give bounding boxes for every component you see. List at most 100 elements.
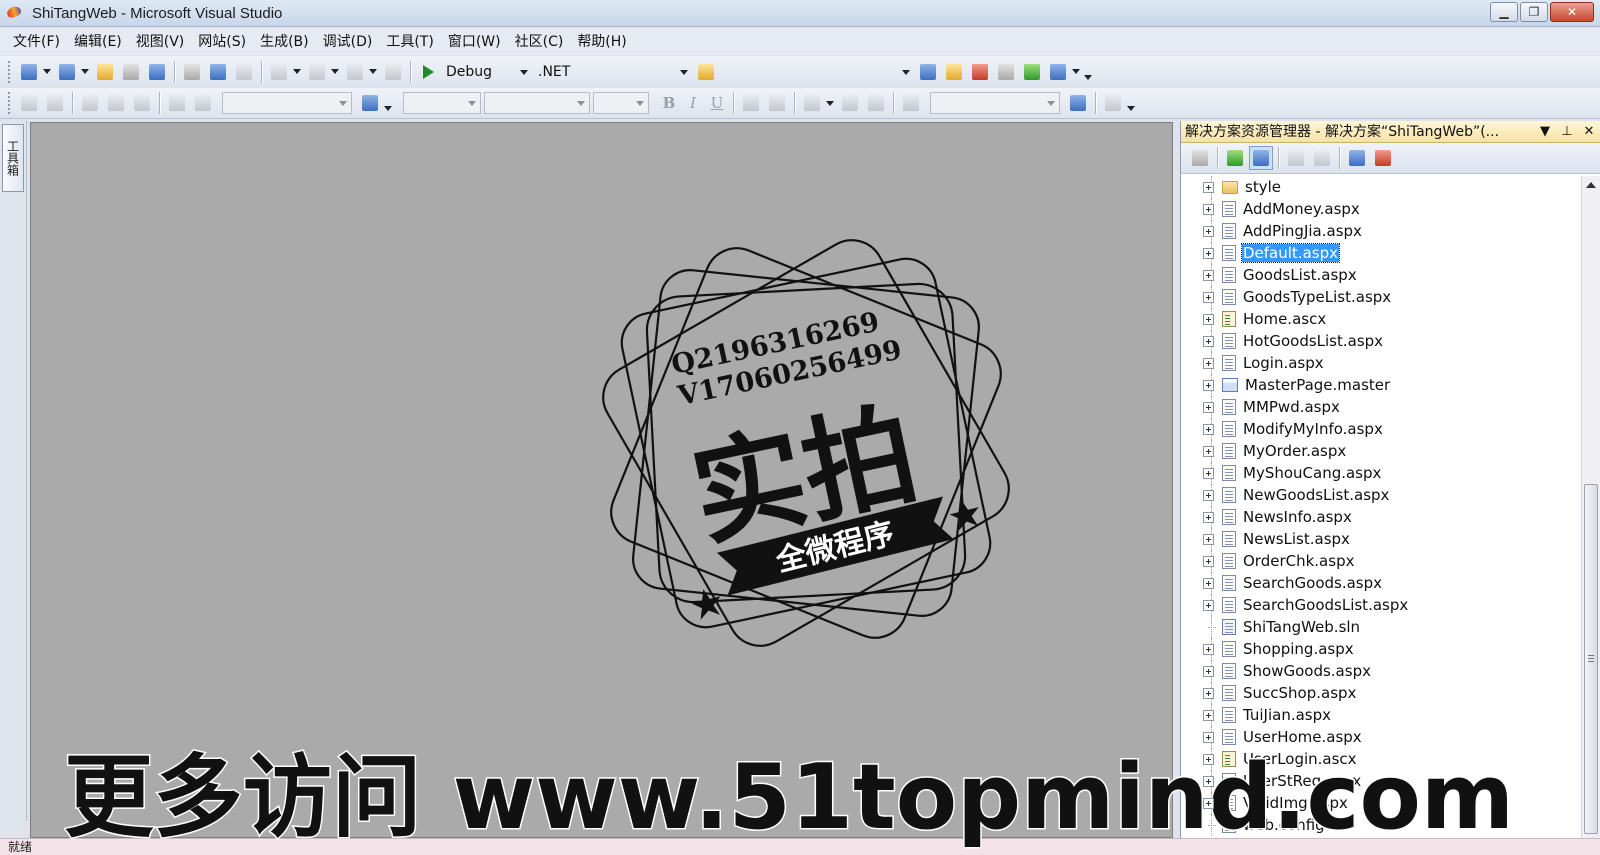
menu-window[interactable]: 窗口(W) [441, 31, 508, 53]
find-in-files-button[interactable] [694, 60, 718, 84]
tree-item-label[interactable]: NewsList.aspx [1242, 530, 1351, 548]
tree-item[interactable]: NewsList.aspx [1181, 528, 1581, 550]
scroll-up-arrow[interactable] [1586, 182, 1596, 188]
menu-build[interactable]: 生成(B) [253, 31, 316, 53]
tree-item-label[interactable]: OrderChk.aspx [1242, 552, 1355, 570]
menu-help[interactable]: 帮助(H) [570, 31, 633, 53]
toolbar-grip[interactable] [8, 60, 12, 83]
block-format-select[interactable] [222, 92, 352, 114]
expand-icon[interactable] [1203, 181, 1214, 193]
tree-item-label[interactable]: TuiJian.aspx [1242, 706, 1332, 724]
add-item-dropdown[interactable] [81, 69, 89, 74]
tree-item[interactable]: ValidImg.aspx [1181, 792, 1581, 814]
tree-item[interactable]: MMPwd.aspx [1181, 396, 1581, 418]
navigate-forward-button[interactable] [381, 60, 405, 84]
save-all-button[interactable] [145, 60, 169, 84]
refresh-button[interactable] [1223, 146, 1247, 170]
toolbox-tab[interactable]: 工具箱 [2, 124, 24, 192]
undo-button[interactable] [267, 60, 291, 84]
decrease-indent-button[interactable] [104, 91, 128, 115]
undo-dropdown[interactable] [293, 69, 301, 74]
expand-icon[interactable] [1203, 555, 1214, 567]
comment-button[interactable] [78, 91, 102, 115]
tree-item-label[interactable]: UserHome.aspx [1242, 728, 1363, 746]
tree-item[interactable]: ShowGoods.aspx [1181, 660, 1581, 682]
toolbar-grip[interactable] [8, 92, 12, 114]
expand-icon[interactable] [1203, 379, 1214, 391]
tree-item-label[interactable]: MyOrder.aspx [1242, 442, 1347, 460]
command-window-dropdown[interactable] [1072, 69, 1080, 74]
solution-explorer-button[interactable] [916, 60, 940, 84]
restore-button[interactable]: ❐ [1520, 2, 1548, 22]
toolbar-overflow-button[interactable] [1083, 61, 1093, 83]
tree-item-label[interactable]: MasterPage.master [1244, 376, 1391, 394]
font-family-select[interactable] [484, 92, 590, 114]
align-right-button[interactable] [191, 91, 215, 115]
open-file-button[interactable] [93, 60, 117, 84]
tree-item[interactable]: ShiTangWeb.sln [1181, 616, 1581, 638]
redo-dropdown[interactable] [331, 69, 339, 74]
back-color-button[interactable] [765, 91, 789, 115]
justify-dropdown[interactable] [826, 100, 834, 106]
tree-item-label[interactable]: AddMoney.aspx [1242, 200, 1361, 218]
expand-icon[interactable] [1203, 401, 1214, 413]
expand-icon[interactable] [1203, 753, 1214, 765]
expand-icon[interactable] [1203, 313, 1214, 325]
font-size-select[interactable] [593, 92, 649, 114]
fore-color-button[interactable] [739, 91, 763, 115]
tree-item[interactable]: Default.aspx [1181, 242, 1581, 264]
tree-item[interactable]: UserHome.aspx [1181, 726, 1581, 748]
minimize-button[interactable]: ▁ [1490, 2, 1518, 22]
expand-icon[interactable] [1203, 665, 1214, 677]
find-combo[interactable] [719, 61, 915, 83]
tree-item[interactable]: AddPingJia.aspx [1181, 220, 1581, 242]
tree-item[interactable]: AddMoney.aspx [1181, 198, 1581, 220]
tree-item-label[interactable]: Home.ascx [1242, 310, 1327, 328]
expand-icon[interactable] [1203, 797, 1214, 809]
properties-button[interactable] [1188, 146, 1212, 170]
tree-item[interactable]: GoodsList.aspx [1181, 264, 1581, 286]
tree-item[interactable]: Shopping.aspx [1181, 638, 1581, 660]
bold-button[interactable]: B [657, 94, 681, 112]
view-code-button[interactable] [1284, 146, 1308, 170]
tree-item[interactable]: SearchGoodsList.aspx [1181, 594, 1581, 616]
solution-configuration-select[interactable]: Debug [441, 61, 533, 83]
properties-window-button[interactable] [942, 60, 966, 84]
menu-community[interactable]: 社区(C) [508, 31, 571, 53]
navigate-back-button[interactable] [343, 60, 367, 84]
expand-icon[interactable] [1203, 533, 1214, 545]
expand-icon[interactable] [1203, 709, 1214, 721]
tree-item[interactable]: TuiJian.aspx [1181, 704, 1581, 726]
tree-item[interactable]: UserStReg.aspx [1181, 770, 1581, 792]
style-application-button[interactable] [358, 91, 382, 115]
tree-item[interactable]: MyShouCang.aspx [1181, 462, 1581, 484]
new-project-button[interactable] [17, 60, 41, 84]
expand-icon[interactable] [1203, 467, 1214, 479]
expand-icon[interactable] [1203, 643, 1214, 655]
expand-icon[interactable] [1203, 423, 1214, 435]
tree-item-label[interactable]: NewGoodsList.aspx [1242, 486, 1390, 504]
font-style-select[interactable] [403, 92, 481, 114]
tree-item-label[interactable]: GoodsList.aspx [1242, 266, 1358, 284]
asp-net-configuration-button[interactable] [1371, 146, 1395, 170]
underline-button[interactable]: U [705, 94, 729, 112]
tree-item[interactable]: Login.aspx [1181, 352, 1581, 374]
view-designer-button[interactable] [1310, 146, 1334, 170]
tree-item-label[interactable]: ShiTangWeb.sln [1242, 618, 1361, 636]
expand-icon[interactable] [1203, 599, 1214, 611]
tree-item-label[interactable]: style [1244, 178, 1282, 196]
object-browser-button[interactable] [968, 60, 992, 84]
solution-platform-select[interactable]: .NET [533, 61, 693, 83]
menu-debug[interactable]: 调试(D) [316, 31, 380, 53]
expand-icon[interactable] [1203, 511, 1214, 523]
expand-icon[interactable] [1203, 335, 1214, 347]
tree-item-label[interactable]: UserLogin.ascx [1242, 750, 1358, 768]
tree-item[interactable]: ModifyMyInfo.aspx [1181, 418, 1581, 440]
tree-item-label[interactable]: ShowGoods.aspx [1242, 662, 1372, 680]
align-left-button[interactable] [165, 91, 189, 115]
justify-button[interactable] [800, 91, 824, 115]
menu-file[interactable]: 文件(F) [6, 31, 67, 53]
bulleted-list-button[interactable] [838, 91, 862, 115]
tree-item-label[interactable]: HotGoodsList.aspx [1242, 332, 1384, 350]
expand-icon[interactable] [1203, 203, 1214, 215]
